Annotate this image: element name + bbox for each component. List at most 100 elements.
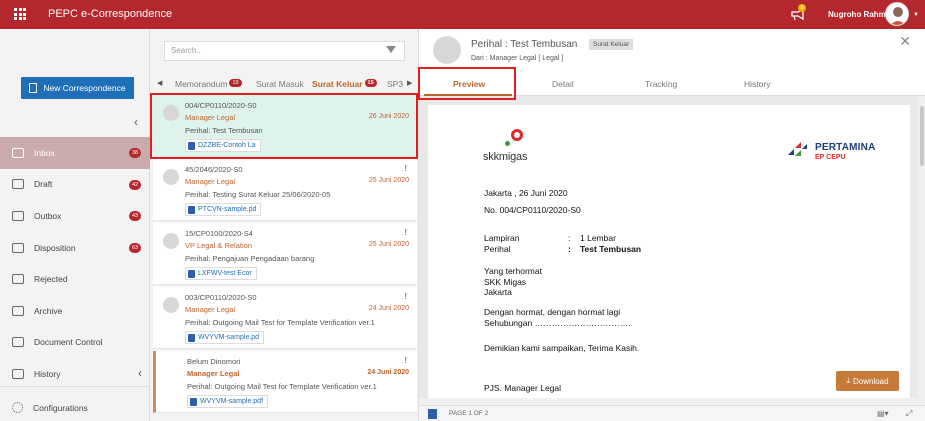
subject: Perihal: Outgoing Mail Test for Template… [185, 318, 375, 327]
archive-icon [12, 305, 24, 316]
sidebar-item-label: Rejected [34, 274, 68, 285]
detail-title: Perihal : Test Tembusan [471, 39, 578, 50]
sidebar-item-label: History [34, 368, 61, 379]
list-item[interactable]: ! 003/CP0110/2020-S0 Manager Legal 24 Ju… [153, 287, 417, 349]
attachment-chip[interactable]: LXFWV-test Ecor [185, 267, 257, 280]
avatar [163, 297, 179, 313]
scroll-thumb[interactable] [920, 106, 924, 166]
tab-surat-masuk[interactable]: Surat Masuk [256, 79, 304, 89]
tab-scroll-right-icon[interactable]: ▶ [407, 79, 412, 87]
download-button[interactable]: ⤓ Download [836, 371, 899, 391]
recipient-line-3: Jakarta [484, 287, 512, 297]
signature-title: PJS. Manager Legal [484, 383, 562, 393]
file-icon [188, 205, 195, 214]
sender: Manager Legal [185, 305, 236, 314]
sidebar-item-disposition[interactable]: Disposition 63 [0, 232, 150, 264]
tab-sp3[interactable]: SP3 [387, 79, 403, 89]
collapse-chevron-icon[interactable]: ‹ [134, 115, 138, 129]
view-mode-icon[interactable]: ▤▾ [877, 409, 889, 418]
user-avatar[interactable] [885, 2, 909, 26]
attachment-chip[interactable]: WVYVM-sample.pd [185, 331, 265, 344]
count-badge: 43 [129, 211, 141, 222]
tab-label: Memorandum [175, 79, 228, 89]
chevron-left-icon[interactable]: ‹ [138, 366, 142, 380]
lampiran-label: Lampiran [484, 233, 520, 243]
sidebar-item-outbox[interactable]: Outbox 43 [0, 200, 150, 232]
document-icon [29, 83, 38, 93]
vertical-scrollbar[interactable] [918, 96, 925, 406]
attachment-chip[interactable]: PTCVN-sample.pd [185, 203, 262, 216]
file-icon [190, 397, 197, 406]
attachment-name: PTCVN-sample.pd [198, 206, 257, 213]
left-sidebar: New Correspondence ‹ Inbox 38 Draft 42 O… [0, 29, 150, 421]
sidebar-item-label: Disposition [34, 242, 76, 253]
sidebar-item-label: Document Control [34, 337, 103, 348]
tab-detail[interactable]: Detail [552, 79, 574, 89]
document-viewer[interactable]: skkmigas PERTAMINA EP CEPU Jakarta , 26 … [419, 96, 925, 406]
letter-number: 15/CP0100/2020-S4 [185, 229, 253, 238]
tab-history[interactable]: History [744, 79, 770, 89]
list-item[interactable]: ! Belum Dinomori Manager Legal 24 Juni 2… [153, 351, 417, 413]
recipient-line-2: SKK Migas [484, 277, 527, 287]
sidebar-item-document-control[interactable]: Document Control [0, 327, 150, 359]
date: 24 Juni 2020 [368, 305, 409, 312]
user-name[interactable]: Nugroho Rahm [828, 10, 886, 19]
new-correspondence-button[interactable]: New Correspondence [21, 77, 134, 99]
letter-number: Belum Dinomori [187, 357, 241, 366]
sender: Manager Legal [185, 177, 236, 186]
sidebar-item-label: Archive [34, 305, 63, 316]
attachment-name: LXFWV-test Ecor [198, 270, 252, 277]
sidebar-item-draft[interactable]: Draft 42 [0, 169, 150, 201]
sidebar-item-inbox[interactable]: Inbox 38 [0, 137, 150, 169]
priority-flag: ! [404, 164, 407, 173]
sidebar-item-label: Outbox [34, 210, 62, 221]
tab-badge: 15 [364, 79, 377, 87]
subject: Perihal: Outgoing Mail Test for Template… [187, 382, 377, 391]
notification-badge: 0 [798, 4, 806, 12]
draft-icon [12, 179, 24, 190]
tab-badge: 19 [229, 79, 242, 87]
top-bar: PEPC e-Correspondence 0 Nugroho Rahm ▼ [0, 0, 925, 29]
recipient-line-1: Yang terhormat [484, 266, 542, 276]
tab-memorandum[interactable]: Memorandum 19 [175, 79, 242, 89]
attachment-chip[interactable]: WVYVM-sample.pdf [187, 395, 269, 408]
fullscreen-icon[interactable]: ⤢ [906, 409, 912, 419]
close-icon[interactable]: ✕ [899, 33, 911, 50]
location-pin-icon [511, 129, 523, 141]
divider [0, 386, 150, 387]
priority-flag: ! [404, 356, 407, 365]
filter-icon[interactable] [386, 46, 396, 53]
tab-label: SP3 [387, 79, 404, 89]
body-line-1: Dengan hormat, dengan hormat lagi [484, 307, 621, 317]
logo-dot-icon [505, 141, 510, 146]
letter-place-date: Jakarta , 26 Juni 2020 [484, 188, 568, 198]
sidebar-item-archive[interactable]: Archive [0, 295, 150, 327]
perihal-value: Test Tembusan [580, 244, 642, 254]
document-control-icon [12, 337, 24, 348]
tab-surat-keluar[interactable]: Surat Keluar 15 [312, 79, 377, 89]
download-label: Download [852, 376, 889, 386]
disposition-icon [12, 242, 24, 253]
apps-grid-icon[interactable] [14, 8, 26, 20]
list-item[interactable]: ! 15/CP0100/2020-S4 VP Legal & Relation … [153, 223, 417, 285]
configurations-item[interactable]: Configurations [12, 402, 88, 413]
tab-scroll-left-icon[interactable]: ◀ [157, 79, 162, 87]
body-line-2: Sehubungan ……………………………. [484, 318, 631, 328]
priority-flag: ! [404, 292, 407, 301]
search-input[interactable]: Search.. [164, 41, 405, 61]
chevron-down-icon[interactable]: ▼ [913, 12, 919, 18]
sender: VP Legal & Relation [185, 241, 252, 250]
pertamina-logo: PERTAMINA EP CEPU [786, 139, 896, 165]
word-document-icon [428, 409, 437, 419]
correspondence-list-panel: Search.. ◀ Memorandum 19 Surat Masuk Sura… [150, 29, 418, 421]
pertamina-name: PERTAMINA [815, 142, 876, 153]
sidebar-item-rejected[interactable]: Rejected [0, 263, 150, 295]
page-indicator: PAGE 1 OF 2 [449, 410, 489, 417]
sender: Manager Legal [187, 369, 240, 378]
outbox-icon [12, 210, 24, 221]
count-badge: 42 [129, 179, 141, 190]
gear-icon [12, 402, 23, 413]
sidebar-item-history[interactable]: History ‹ [0, 358, 150, 390]
tab-tracking[interactable]: Tracking [645, 79, 677, 89]
list-item[interactable]: ! 45/2046/2020-S0 Manager Legal 25 Juni … [153, 159, 417, 221]
